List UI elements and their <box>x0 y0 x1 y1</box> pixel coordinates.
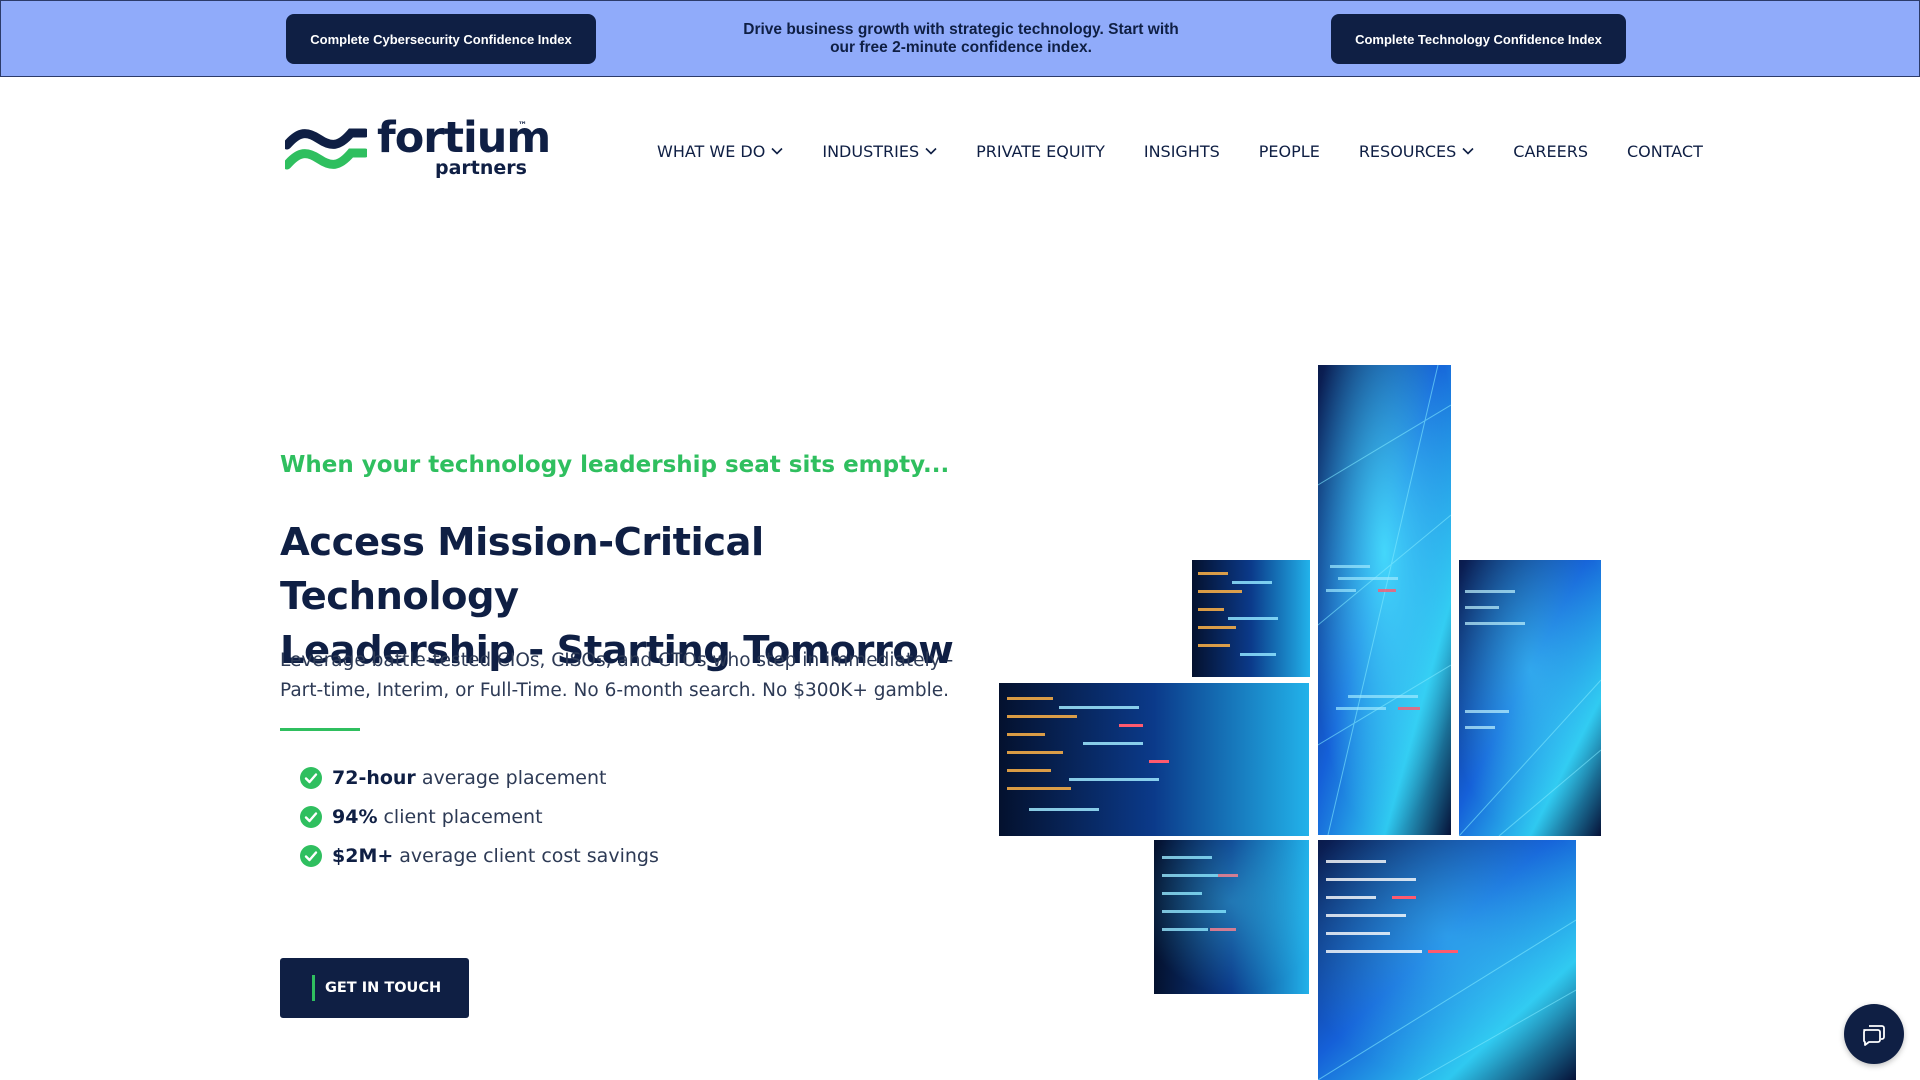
tech-image-tile-small <box>1192 560 1310 677</box>
nav-label: CONTACT <box>1627 141 1703 161</box>
nav-label: WHAT WE DO <box>657 141 766 161</box>
chevron-down-icon <box>925 147 937 155</box>
promo-banner: Complete Cybersecurity Confidence Index … <box>0 0 1920 77</box>
chevron-down-icon <box>771 147 783 155</box>
main-nav: WHAT WE DO INDUSTRIES PRIVATE EQUITY INS… <box>657 138 1703 164</box>
stat-value: 72-hour <box>332 766 416 789</box>
tech-image-tile-wide <box>999 683 1309 836</box>
nav-careers[interactable]: CAREERS <box>1513 142 1588 161</box>
stat-label: client placement <box>383 805 543 828</box>
tech-image-tile-right <box>1459 560 1601 836</box>
nav-label: INDUSTRIES <box>822 141 920 161</box>
logo-subtext: partners <box>435 157 527 179</box>
logo-trademark: ™ <box>518 121 527 131</box>
stat-value: 94% <box>332 805 378 828</box>
tech-image-tile-lower-left <box>1154 840 1309 994</box>
stat-label: average placement <box>421 766 607 789</box>
nav-people[interactable]: PEOPLE <box>1259 142 1320 161</box>
check-circle-icon <box>300 805 322 828</box>
promo-message: Drive business growth with strategic tec… <box>743 21 1179 56</box>
check-circle-icon <box>300 766 322 789</box>
cta-label: GET IN TOUCH <box>325 980 442 996</box>
check-circle-icon <box>300 844 322 867</box>
technology-index-button[interactable]: Complete Technology Confidence Index <box>1331 14 1626 64</box>
nav-label: PEOPLE <box>1258 141 1320 161</box>
hero-subtext: Leverage battle-tested CIOs, CISOs, and … <box>280 650 954 701</box>
nav-industries[interactable]: INDUSTRIES <box>822 142 937 161</box>
logo[interactable]: fortium ™ partners <box>285 114 551 184</box>
nav-label: PRIVATE EQUITY <box>976 141 1105 161</box>
chat-launcher-button[interactable] <box>1844 1004 1904 1064</box>
nav-contact[interactable]: CONTACT <box>1627 142 1703 161</box>
nav-label: CAREERS <box>1513 141 1588 161</box>
stat-label: average client cost savings <box>399 844 659 867</box>
cybersecurity-index-button[interactable]: Complete Cybersecurity Confidence Index <box>286 14 596 64</box>
nav-label: RESOURCES <box>1358 141 1457 161</box>
stat-value: $2M+ <box>332 844 394 867</box>
tech-image-tile-tall <box>1318 365 1451 835</box>
get-in-touch-button[interactable]: GET IN TOUCH <box>280 958 469 1018</box>
stats-list: 72-hour average placement 94% client pla… <box>300 758 659 875</box>
accent-divider <box>280 728 360 731</box>
nav-insights[interactable]: INSIGHTS <box>1144 142 1220 161</box>
stat-item: 94% client placement <box>300 797 659 836</box>
tech-image-tile-lower-right <box>1318 840 1576 1080</box>
nav-resources[interactable]: RESOURCES <box>1359 142 1474 161</box>
nav-private-equity[interactable]: PRIVATE EQUITY <box>976 142 1105 161</box>
chevron-down-icon <box>1462 147 1474 155</box>
logo-mark-icon <box>285 128 367 170</box>
stat-item: 72-hour average placement <box>300 758 659 797</box>
stat-item: $2M+ average client cost savings <box>300 836 659 875</box>
chat-bubble-icon <box>1863 1025 1885 1046</box>
hero-eyebrow: When your technology leadership seat sit… <box>280 452 950 478</box>
nav-label: INSIGHTS <box>1143 141 1220 161</box>
nav-what-we-do[interactable]: WHAT WE DO <box>657 142 783 161</box>
headline-line-1: Access Mission-Critical Technology <box>280 520 764 619</box>
